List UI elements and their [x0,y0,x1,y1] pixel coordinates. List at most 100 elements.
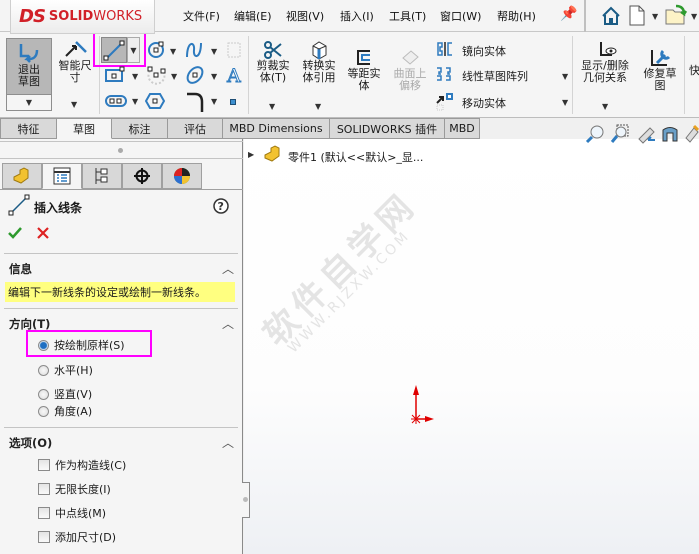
direction-collapse-icon[interactable]: ︿ [222,315,234,332]
spline-icon[interactable] [183,39,205,61]
tab-display-manager[interactable] [162,163,202,189]
ellipse-dropdown-icon[interactable]: ▼ [211,72,217,81]
tab-solidworks-addins[interactable]: SOLIDWORKS 插件 [330,118,445,139]
checkbox-construction[interactable]: 作为构造线(C) [38,457,126,473]
display-delete-relations-button[interactable]: 显示/删除几何关系 [576,40,634,84]
trim-dropdown-icon[interactable]: ▼ [269,102,275,111]
circle-icon[interactable] [146,40,166,60]
menu-edit[interactable]: 编辑(E) [234,8,272,24]
point-icon[interactable] [230,99,236,105]
spline-dropdown-icon[interactable]: ▼ [211,47,217,56]
linear-pattern-button[interactable]: 线性草图阵列 [462,68,528,84]
radio-as-sketched[interactable]: 按绘制原样(S) [38,337,125,353]
info-collapse-icon[interactable]: ︿ [222,260,234,277]
tab-evaluate[interactable]: 评估 [168,118,223,139]
menu-help[interactable]: 帮助(H) [497,8,536,24]
menu-insert[interactable]: 插入(I) [340,8,374,24]
options-section-header[interactable]: 选项(O) [9,435,52,451]
arc-icon[interactable] [146,65,168,85]
menu-view[interactable]: 视图(V) [286,8,324,24]
slot-dropdown-icon[interactable]: ▼ [132,97,138,106]
plane-icon[interactable] [226,40,242,60]
arc-dropdown-icon[interactable]: ▼ [171,72,177,81]
help-icon[interactable]: ? [213,198,229,214]
tab-configuration-manager[interactable] [82,163,122,189]
smart-dim-dropdown-icon[interactable]: ▼ [71,100,77,109]
tab-mbd-dimensions[interactable]: MBD Dimensions [223,118,330,139]
ellipse-icon[interactable] [184,65,206,85]
panel-splitter-handle[interactable] [118,148,123,153]
exit-sketch-dropdown[interactable]: ▼ [6,94,52,111]
radio-button[interactable] [38,339,49,351]
tab-features[interactable]: 特征 [0,118,57,139]
tab-property-manager[interactable] [42,163,82,189]
tab-markup[interactable]: 标注 [112,118,168,139]
slot-icon[interactable] [104,93,128,109]
rectangle-dropdown-icon[interactable]: ▼ [132,72,138,81]
fillet-icon[interactable] [185,92,205,114]
new-dropdown-icon[interactable]: ▼ [652,12,658,21]
mirror-icon[interactable] [435,41,455,57]
polygon-icon[interactable] [145,92,165,110]
quick-snaps-button[interactable]: 快 [689,62,699,78]
open-folder-icon[interactable] [664,4,688,26]
circle-dropdown-icon[interactable]: ▼ [170,47,176,56]
radio-button[interactable] [38,388,49,400]
radio-button[interactable] [38,364,49,376]
home-icon[interactable] [600,5,622,27]
repair-sketch-button[interactable]: 修复草图 [640,48,680,92]
fillet-dropdown-icon[interactable]: ▼ [211,97,217,106]
menu-file[interactable]: 文件(F) [183,8,220,24]
line-dropdown[interactable]: ▼ [127,37,140,63]
menu-window[interactable]: 窗口(W) [440,8,481,24]
relations-dropdown-icon[interactable]: ▼ [602,102,608,111]
pattern-dropdown-icon[interactable]: ▼ [562,72,568,81]
radio-horizontal[interactable]: 水平(H) [38,362,93,378]
mirror-entities-button[interactable]: 镜向实体 [462,43,506,59]
tab-sketch[interactable]: 草图 [57,118,112,139]
checkbox[interactable] [38,531,50,543]
radio-vertical[interactable]: 竖直(V) [38,386,92,402]
checkbox[interactable] [38,459,50,471]
zoom-to-fit-icon[interactable] [585,124,605,144]
checkbox[interactable] [38,507,50,519]
radio-angle[interactable]: 角度(A) [38,403,92,419]
graphics-area[interactable] [244,139,699,554]
view-orientation-icon[interactable] [684,124,699,144]
tab-dimxpert-manager[interactable] [122,163,162,189]
text-icon[interactable]: A [225,64,245,87]
section-view-icon[interactable] [660,124,680,144]
open-dropdown-icon[interactable]: ▼ [691,12,697,21]
radio-button[interactable] [38,405,49,417]
checkbox[interactable] [38,483,50,495]
ok-checkmark-icon[interactable] [7,226,23,240]
new-document-icon[interactable] [628,5,646,27]
tab-feature-manager[interactable] [2,163,42,189]
zoom-to-area-icon[interactable] [610,124,630,144]
checkbox-midpoint-line[interactable]: 中点线(M) [38,505,106,521]
solidworks-logo[interactable]: DS SOLIDWORKS [10,0,155,34]
cancel-x-icon[interactable] [36,226,50,240]
trim-entities-button[interactable]: 剪裁实体(T) [253,40,293,84]
move-dropdown-icon[interactable]: ▼ [562,98,568,107]
info-section-header[interactable]: 信息 [9,261,32,277]
pin-icon[interactable]: 📌 [560,6,577,22]
offset-entities-button[interactable]: 等距实体 [344,48,384,92]
expand-tree-icon[interactable]: ▶ [248,150,254,159]
previous-view-icon[interactable] [636,124,656,144]
checkbox-infinite-length[interactable]: 无限长度(I) [38,481,111,497]
linear-pattern-icon[interactable] [435,66,455,84]
options-collapse-icon[interactable]: ︿ [222,434,234,451]
move-entities-button[interactable]: 移动实体 [462,95,506,111]
tab-mbd[interactable]: MBD [445,118,480,139]
rectangle-icon[interactable] [104,66,126,84]
offset-on-surface-button[interactable]: 曲面上偏移 [390,48,430,92]
part-tree-item[interactable]: 零件1 (默认<<默认>_显... [288,149,423,165]
checkbox-add-dimensions[interactable]: 添加尺寸(D) [38,529,116,545]
convert-entities-button[interactable]: 转换实体引用 [298,40,340,84]
line-tool-button[interactable] [101,37,127,63]
move-icon[interactable] [435,91,455,111]
convert-dropdown-icon[interactable]: ▼ [315,102,321,111]
menu-tools[interactable]: 工具(T) [389,8,426,24]
smart-dimension-button[interactable]: 智能尺寸 [55,40,95,84]
